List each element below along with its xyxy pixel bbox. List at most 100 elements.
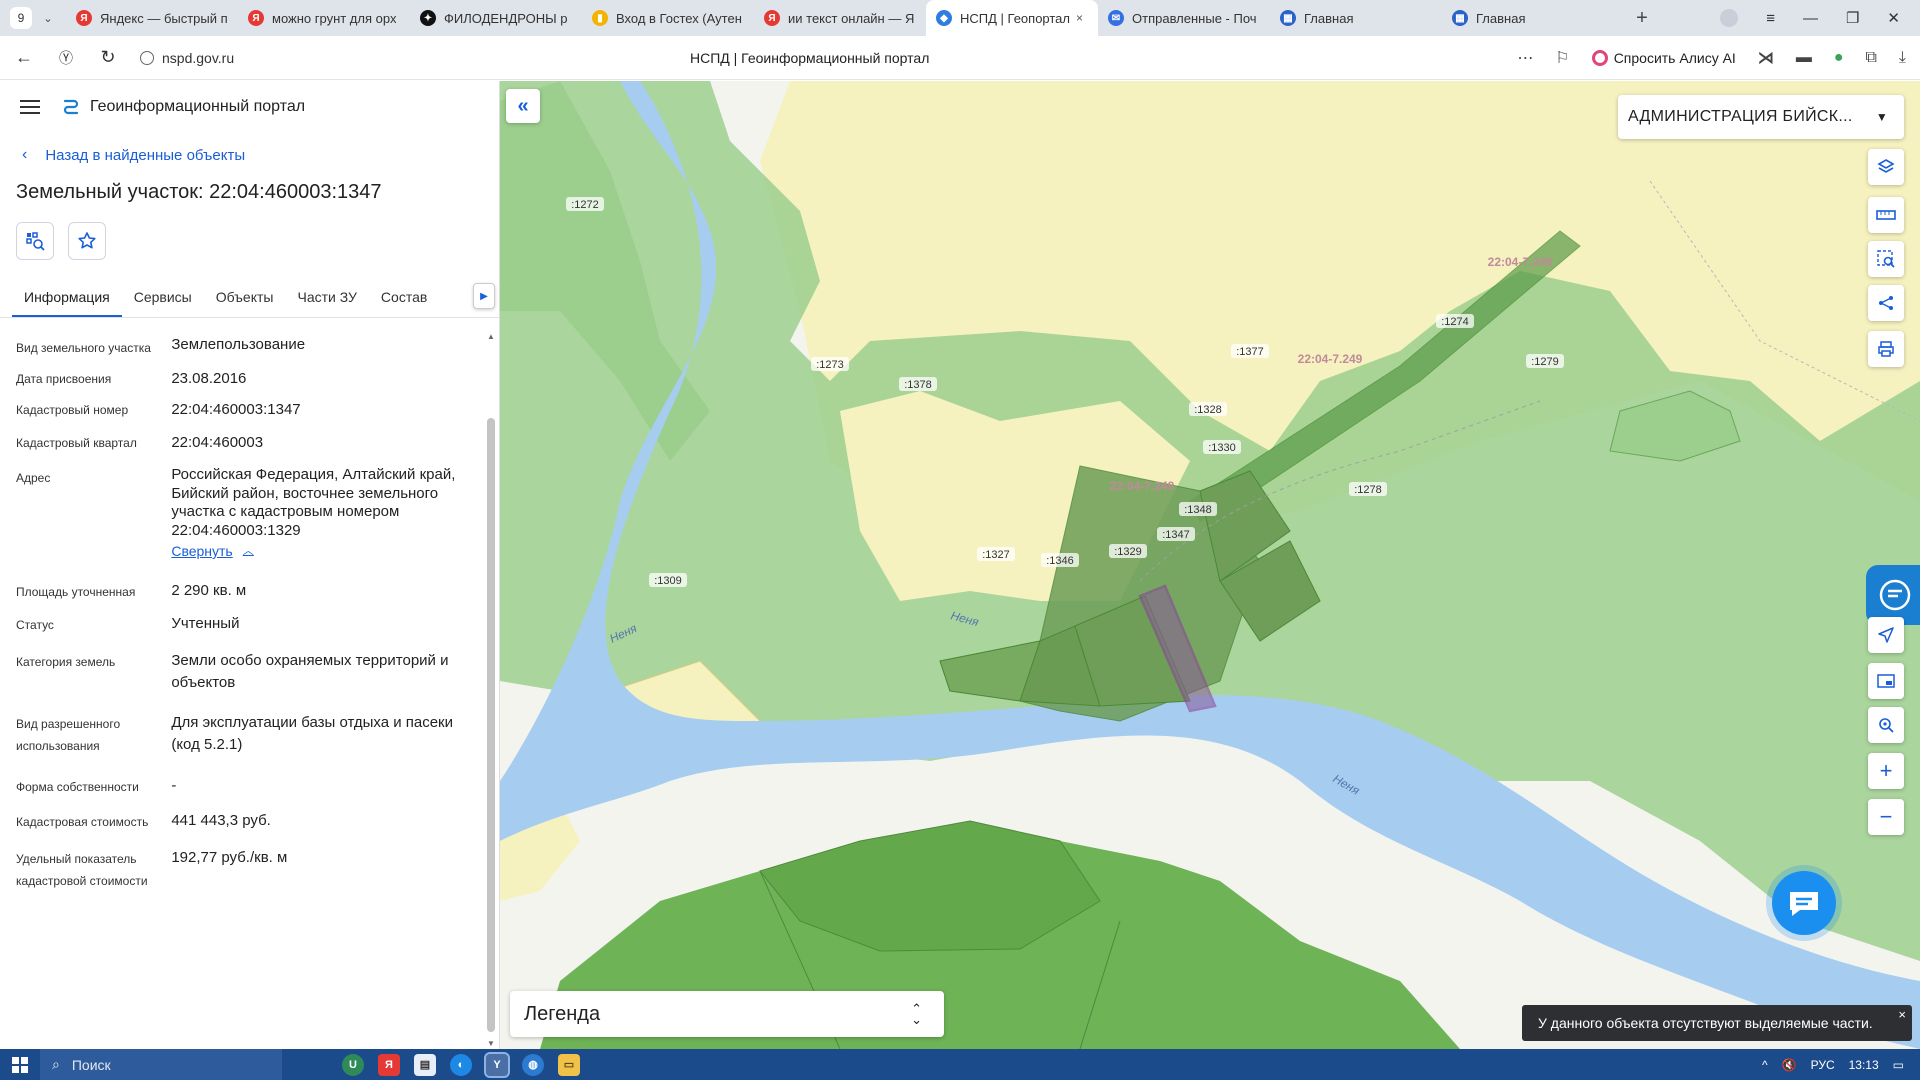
locate-me-button[interactable] (1868, 617, 1904, 653)
browser-tab[interactable]: ▦ Главная (1442, 0, 1614, 36)
taskbar-search[interactable]: ⌕ Поиск (40, 1049, 282, 1080)
browser-tab[interactable]: ◆ НСПД | Геопортал × (926, 0, 1098, 36)
map-canvas[interactable]: :1272:1273:1378:1377:1274:1279:1328:1330… (500, 81, 1920, 1049)
ruler-icon (1876, 210, 1896, 220)
tab-parts[interactable]: Части ЗУ (285, 289, 368, 317)
object-title: Земельный участок: 22:04:460003:1347 (16, 181, 382, 203)
collapse-link[interactable]: Свернуть ︿ (171, 542, 253, 561)
parcel-label: :1327 (977, 547, 1015, 561)
browser-tab[interactable]: Я Яндекс — быстрый п (66, 0, 238, 36)
locate-on-map-button[interactable] (16, 222, 54, 260)
chevron-down-icon[interactable]: ⌄ (36, 7, 60, 29)
tab-information[interactable]: Информация (12, 289, 122, 317)
tab-favicon-icon: ✉ (1108, 10, 1124, 26)
zoom-out-button[interactable]: − (1868, 799, 1904, 835)
more-dots-icon[interactable]: ⋯ (1517, 48, 1533, 68)
svg-text::1274: :1274 (1441, 316, 1469, 328)
maximize-icon[interactable]: ❐ (1846, 9, 1859, 27)
url-field[interactable]: nspd.gov.ru (140, 50, 234, 66)
extension-green-icon[interactable]: ● (1834, 49, 1844, 67)
browser-tab[interactable]: ▮ Вход в Гостех (Аутен (582, 0, 754, 36)
downloads-icon[interactable]: ⤓ (1899, 49, 1906, 67)
parcel-label: :1272 (566, 197, 604, 211)
property-row: Кадастровый квартал 22:04:460003 (0, 429, 480, 454)
property-value: Землепользование (171, 336, 306, 353)
address-text: Российская Федерация, Алтайский край, Би… (171, 466, 456, 539)
feedback-side-button[interactable] (1866, 565, 1920, 625)
app-u-icon[interactable]: U (342, 1053, 364, 1076)
browser-app-icon[interactable]: ◐ (450, 1053, 472, 1076)
notes-app-icon[interactable]: ▤ (414, 1053, 436, 1076)
hamburger-menu-icon[interactable] (20, 100, 40, 114)
yandex-icon[interactable]: Ⓨ (48, 40, 84, 76)
browser-tab[interactable]: ✉ Отправленные - Поч (1098, 0, 1270, 36)
extension-shield-icon[interactable]: ▬ (1796, 49, 1812, 67)
yandex-app-icon[interactable]: Я (378, 1053, 400, 1076)
close-tab-icon[interactable]: × (1076, 11, 1083, 25)
zoom-out-icon: − (1879, 804, 1893, 829)
scroll-up-icon[interactable]: ▲ (487, 332, 495, 341)
scroll-down-icon[interactable]: ▼ (487, 1039, 495, 1048)
minimap-button[interactable] (1868, 663, 1904, 699)
add-to-favorites-button[interactable] (68, 222, 106, 260)
share-button[interactable] (1868, 285, 1904, 321)
property-key: Форма собственности (16, 779, 139, 794)
tab-objects[interactable]: Объекты (204, 289, 286, 317)
collapse-panel-button[interactable]: « (506, 89, 540, 123)
minimize-icon[interactable]: — (1803, 10, 1818, 27)
property-value: 22:04:460003:1347 (171, 401, 301, 418)
start-button[interactable] (0, 1056, 40, 1073)
bookmark-icon[interactable]: ⚐ (1555, 48, 1569, 68)
expand-collapse-icon: ⌃ ⌄ (911, 1001, 922, 1027)
administration-select[interactable]: АДМИНИСТРАЦИЯ БИЙСК... ▼ (1618, 95, 1904, 139)
print-icon (1878, 341, 1894, 357)
tab-services[interactable]: Сервисы (122, 289, 204, 317)
reload-icon[interactable]: ↻ (90, 40, 126, 76)
zone-label: 22:04-7.249 (1298, 352, 1363, 366)
ask-alice-button[interactable]: Спросить Алису AI (1591, 49, 1736, 66)
browser-tab[interactable]: Яии текст онлайн — Я (754, 0, 926, 36)
print-button[interactable] (1868, 331, 1904, 367)
browser-tab[interactable]: ✦ ФИЛОДЕНДРОНЫ р (410, 0, 582, 36)
new-tab-button[interactable]: + (1628, 4, 1656, 32)
scrollbar-thumb[interactable] (487, 418, 495, 1032)
ruler-button[interactable] (1868, 197, 1904, 233)
explorer-app-icon[interactable]: ▭ (558, 1053, 580, 1076)
tab-favicon-icon: ▦ (1280, 10, 1296, 26)
panel-scrollbar[interactable]: ▲ ▼ (487, 332, 495, 1048)
site-info-icon[interactable] (140, 50, 154, 65)
notifications-icon[interactable]: ▭ (1893, 1058, 1904, 1072)
language-indicator[interactable]: РУС (1811, 1058, 1835, 1072)
share-icon (1879, 296, 1893, 310)
object-info-panel: Геоинформационный портал ‹ Назад в найде… (0, 81, 500, 1049)
tab-count-button[interactable]: 9 (10, 7, 32, 29)
browser-tab[interactable]: Яможно грунт для орх (238, 0, 410, 36)
browser-tab[interactable]: ▦ Главная (1270, 0, 1442, 36)
close-window-icon[interactable]: ✕ (1887, 9, 1900, 27)
collections-icon[interactable]: ⧉ (1865, 49, 1876, 67)
tab-composition[interactable]: Состав (369, 289, 439, 317)
globe-app-icon[interactable]: ◍ (522, 1053, 544, 1076)
close-toast-icon[interactable]: × (1898, 1007, 1906, 1022)
search-location-button[interactable] (1868, 707, 1904, 743)
yandex-browser-app-icon[interactable]: Y (484, 1051, 510, 1078)
clock[interactable]: 13:13 (1849, 1058, 1879, 1072)
map-view[interactable]: :1272:1273:1378:1377:1274:1279:1328:1330… (500, 81, 1920, 1049)
select-area-button[interactable] (1868, 241, 1904, 277)
parcel-label: :1329 (1109, 544, 1147, 558)
menu-icon[interactable]: ≡ (1766, 10, 1775, 27)
tabs-scroll-right-button[interactable]: ▶ (473, 283, 495, 309)
profile-icon[interactable] (1720, 9, 1739, 27)
zoom-in-icon: + (1879, 758, 1893, 783)
volume-muted-icon[interactable]: 🔇 (1782, 1058, 1797, 1072)
property-row: Дата присвоения 23.08.2016 (0, 365, 480, 390)
layers-button[interactable] (1868, 149, 1904, 185)
extension-k-icon[interactable]: ⋊ (1758, 48, 1774, 68)
back-arrow-icon[interactable]: ← (6, 40, 42, 76)
tray-chevron-icon[interactable]: ^ (1762, 1058, 1768, 1072)
zoom-in-button[interactable]: + (1868, 753, 1904, 789)
search-location-icon (1879, 718, 1894, 733)
back-to-results-link[interactable]: ‹ Назад в найденные объекты (0, 143, 499, 167)
legend-panel[interactable]: Легенда ⌃ ⌄ (510, 991, 944, 1037)
chat-assistant-button[interactable] (1772, 871, 1836, 935)
